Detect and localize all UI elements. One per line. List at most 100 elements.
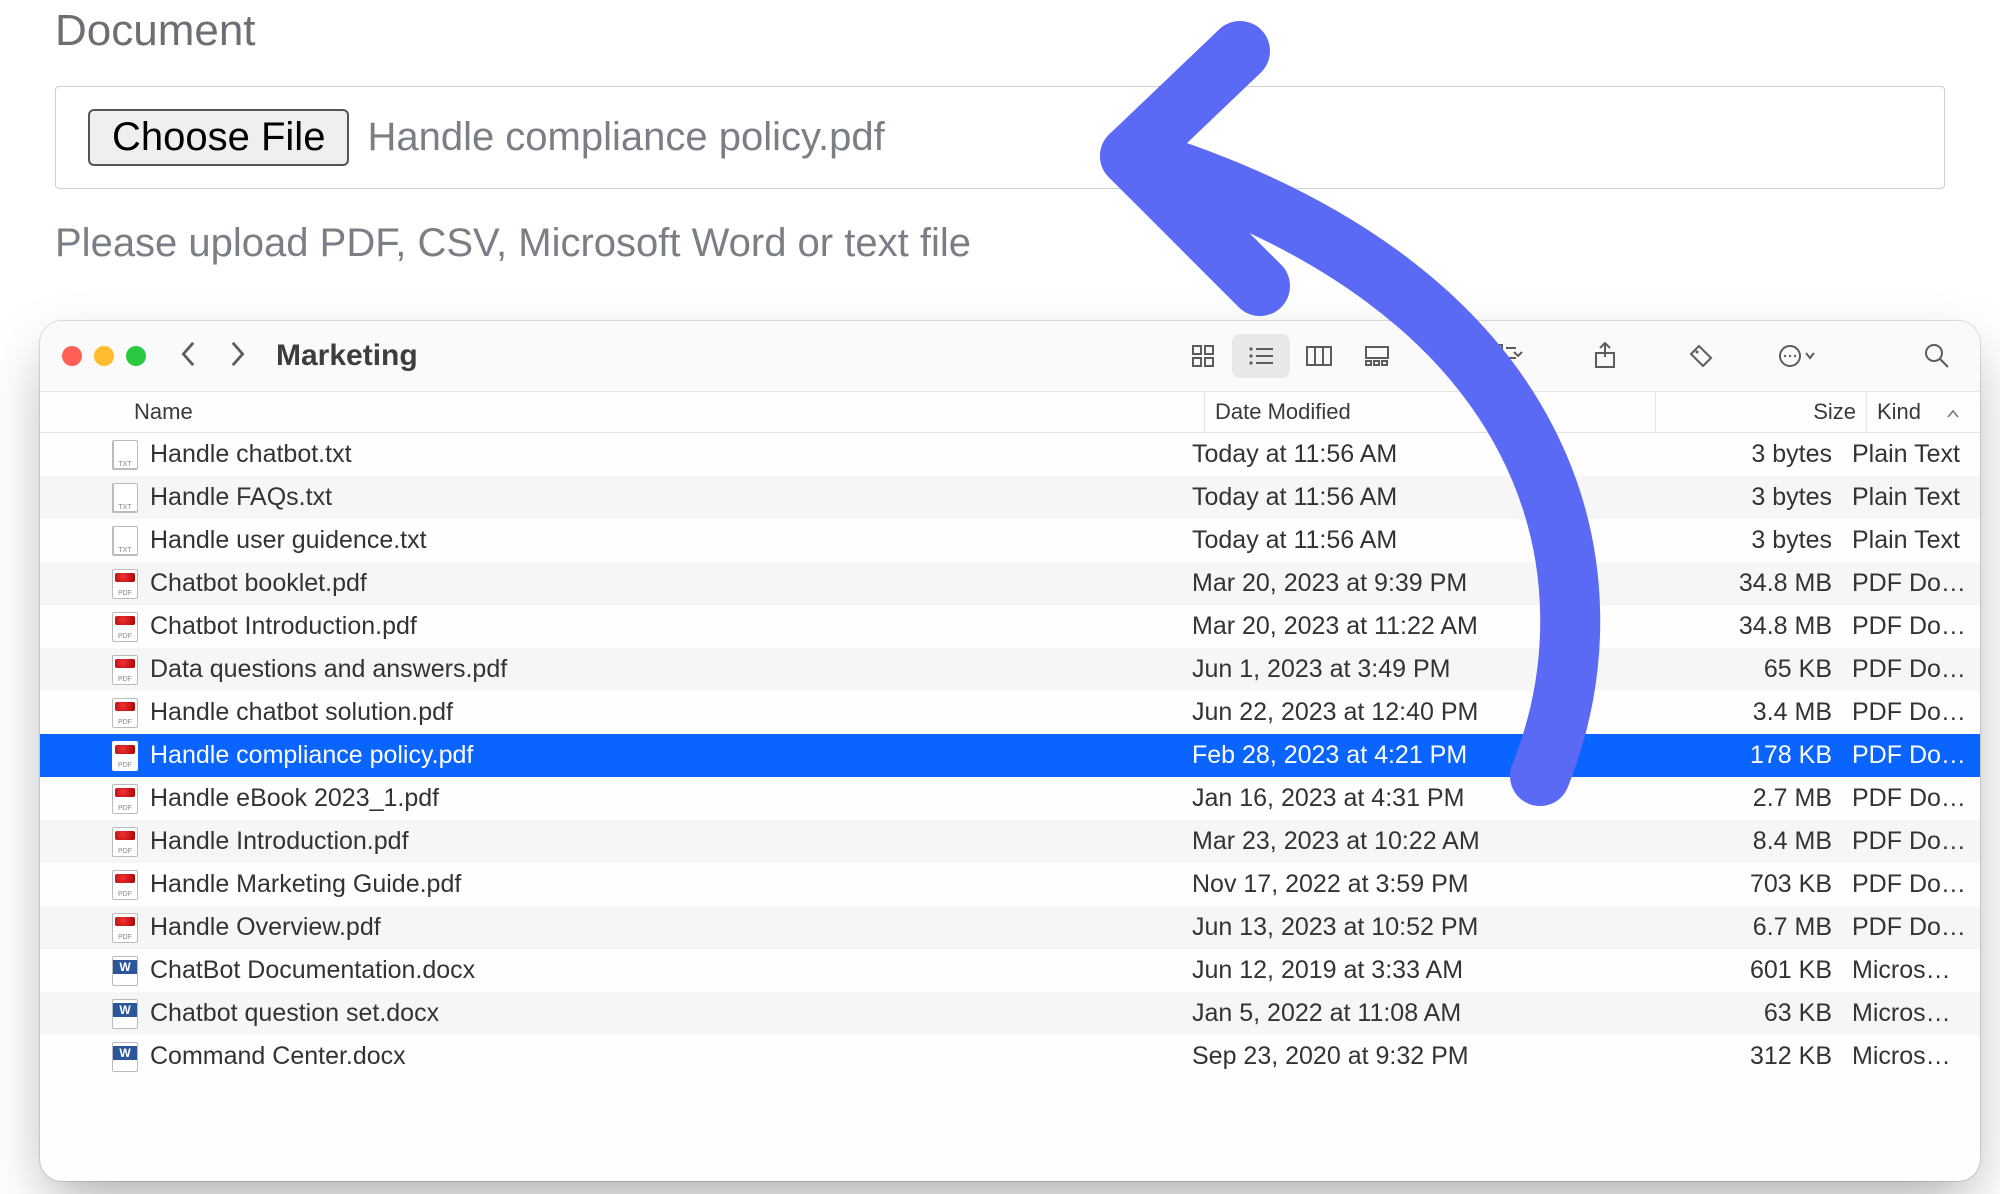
file-row[interactable]: Handle Marketing Guide.pdf Nov 17, 2022 a… [40, 863, 1980, 906]
file-name: Handle user guidence.txt [150, 526, 427, 555]
doc-file-icon [112, 1042, 138, 1072]
file-list: Handle chatbot.txtToday at 11:56 AM3 byt… [40, 433, 1980, 1078]
file-kind: PDF Document [1842, 698, 1980, 727]
file-kind: Micros…(.docx) [1842, 956, 1980, 985]
file-date: Today at 11:56 AM [1182, 483, 1632, 512]
pdf-file-icon [112, 612, 138, 642]
file-kind: PDF Document [1842, 612, 1980, 641]
file-size: 3.4 MB [1632, 698, 1842, 727]
file-date: Jun 22, 2023 at 12:40 PM [1182, 698, 1632, 727]
view-list-button[interactable] [1232, 334, 1290, 378]
pdf-file-icon [112, 870, 138, 900]
column-header-date[interactable]: Date Modified [1204, 392, 1655, 432]
more-actions-button[interactable] [1776, 335, 1818, 377]
file-row[interactable]: Handle compliance policy.pdfFeb 28, 2023… [40, 734, 1980, 777]
txt-file-icon [112, 440, 138, 470]
file-row[interactable]: Handle eBook 2023_1.pdf Jan 16, 2023 at 4… [40, 777, 1980, 820]
file-name: Handle chatbot solution.pdf [150, 698, 453, 727]
file-row[interactable]: Handle user guidence.txt Today at 11:56 A… [40, 519, 1980, 562]
file-row[interactable]: Handle chatbot solution.pdf Jun 22, 2023 … [40, 691, 1980, 734]
file-date: Sep 23, 2020 at 9:32 PM [1182, 1042, 1632, 1071]
file-kind: PDF Document [1842, 784, 1980, 813]
file-row[interactable]: Handle chatbot.txtToday at 11:56 AM3 byt… [40, 433, 1980, 476]
file-size: 3 bytes [1632, 526, 1842, 555]
file-size: 8.4 MB [1632, 827, 1842, 856]
txt-file-icon [112, 483, 138, 513]
group-by-button[interactable] [1488, 335, 1530, 377]
file-date: Mar 20, 2023 at 11:22 AM [1182, 612, 1632, 641]
file-name: Data questions and answers.pdf [150, 655, 507, 684]
finder-toolbar: Marketing [40, 321, 1980, 392]
file-name: Command Center.docx [150, 1042, 406, 1071]
column-header-size[interactable]: Size [1655, 392, 1866, 432]
file-date: Today at 11:56 AM [1182, 526, 1632, 555]
view-icons-button[interactable] [1174, 334, 1232, 378]
file-row[interactable]: ChatBot Documentation.docxJun 12, 2019 a… [40, 949, 1980, 992]
view-columns-button[interactable] [1290, 334, 1348, 378]
file-size: 65 KB [1632, 655, 1842, 684]
file-kind: Plain Text [1842, 483, 1980, 512]
pdf-file-icon [112, 913, 138, 943]
pdf-file-icon [112, 827, 138, 857]
pdf-file-icon [112, 569, 138, 599]
file-date: Jun 1, 2023 at 3:49 PM [1182, 655, 1632, 684]
file-date: Mar 20, 2023 at 9:39 PM [1182, 569, 1632, 598]
file-kind: PDF Document [1842, 569, 1980, 598]
file-name: Chatbot question set.docx [150, 999, 439, 1028]
file-row[interactable]: Data questions and answers.pdf Jun 1, 202… [40, 648, 1980, 691]
file-name: Handle eBook 2023_1.pdf [150, 784, 439, 813]
file-kind: Micros…(.docx) [1842, 1042, 1980, 1071]
file-kind: PDF Document [1842, 870, 1980, 899]
doc-file-icon [112, 999, 138, 1029]
file-kind: Micros…(.docx) [1842, 999, 1980, 1028]
search-button[interactable] [1916, 335, 1958, 377]
window-minimize-button[interactable] [94, 346, 114, 366]
share-button[interactable] [1584, 335, 1626, 377]
file-kind: PDF Document [1842, 913, 1980, 942]
file-date: Mar 23, 2023 at 10:22 AM [1182, 827, 1632, 856]
file-row[interactable]: Command Center.docx Sep 23, 2020 at 9:32 … [40, 1035, 1980, 1078]
pdf-file-icon [112, 741, 138, 771]
file-name: Handle compliance policy.pdf [150, 741, 473, 770]
column-header-name[interactable]: Name [40, 392, 1204, 432]
column-header-kind[interactable]: Kind [1866, 392, 1980, 432]
nav-forward-button[interactable] [228, 340, 246, 373]
file-date: Today at 11:56 AM [1182, 440, 1632, 469]
file-size: 34.8 MB [1632, 569, 1842, 598]
view-gallery-button[interactable] [1348, 334, 1406, 378]
file-row[interactable]: Handle FAQs.txtToday at 11:56 AM3 bytesP… [40, 476, 1980, 519]
column-headers: Name Date Modified Size Kind [40, 392, 1980, 433]
txt-file-icon [112, 526, 138, 556]
file-row[interactable]: Chatbot booklet.pdfMar 20, 2023 at 9:39 … [40, 562, 1980, 605]
file-name: Handle Marketing Guide.pdf [150, 870, 461, 899]
file-name: Handle Overview.pdf [150, 913, 381, 942]
pdf-file-icon [112, 655, 138, 685]
file-row[interactable]: Handle Overview.pdfJun 13, 2023 at 10:52… [40, 906, 1980, 949]
file-name: ChatBot Documentation.docx [150, 956, 475, 985]
section-label: Document [55, 6, 1945, 56]
tags-button[interactable] [1680, 335, 1722, 377]
file-name: Chatbot Introduction.pdf [150, 612, 417, 641]
file-size: 703 KB [1632, 870, 1842, 899]
file-date: Nov 17, 2022 at 3:59 PM [1182, 870, 1632, 899]
file-size: 178 KB [1632, 741, 1842, 770]
file-name: Handle Introduction.pdf [150, 827, 409, 856]
file-size: 3 bytes [1632, 440, 1842, 469]
file-date: Jan 16, 2023 at 4:31 PM [1182, 784, 1632, 813]
file-kind: PDF Document [1842, 827, 1980, 856]
file-row[interactable]: Handle Introduction.pdf Mar 23, 2023 at 1… [40, 820, 1980, 863]
file-size: 2.7 MB [1632, 784, 1842, 813]
choose-file-button[interactable]: Choose File [88, 109, 349, 166]
doc-file-icon [112, 956, 138, 986]
pdf-file-icon [112, 698, 138, 728]
window-zoom-button[interactable] [126, 346, 146, 366]
finder-window: Marketing [40, 321, 1980, 1181]
nav-back-button[interactable] [180, 340, 198, 373]
folder-title: Marketing [276, 339, 418, 373]
window-close-button[interactable] [62, 346, 82, 366]
file-kind: PDF Document [1842, 655, 1980, 684]
file-name: Handle FAQs.txt [150, 483, 332, 512]
file-row[interactable]: Chatbot Introduction.pdf Mar 20, 2023 at … [40, 605, 1980, 648]
file-row[interactable]: Chatbot question set.docxJan 5, 2022 at … [40, 992, 1980, 1035]
pdf-file-icon [112, 784, 138, 814]
